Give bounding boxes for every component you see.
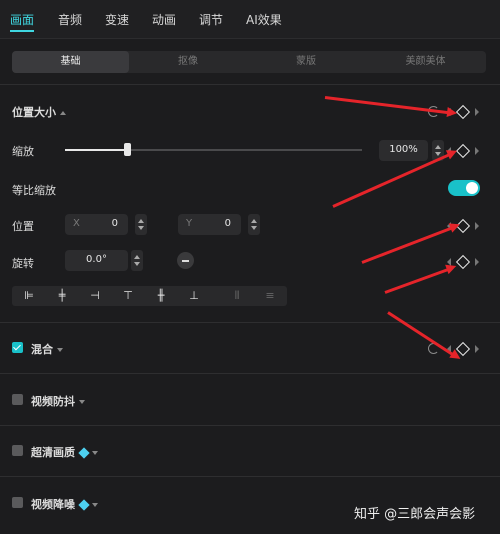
rotate-dial-icon[interactable] xyxy=(177,252,194,269)
scale-slider-fill xyxy=(65,149,128,151)
expand-caret-icon xyxy=(92,503,98,507)
rotate-stepper[interactable] xyxy=(131,250,143,271)
next-keyframe-icon[interactable] xyxy=(475,345,479,353)
super-resolution-checkbox[interactable] xyxy=(12,445,23,456)
sub-tab-beauty[interactable]: 美颜美体 xyxy=(365,51,486,73)
position-size-header[interactable]: 位置大小 xyxy=(12,104,66,120)
stepper-up-icon[interactable] xyxy=(134,255,140,259)
y-value: 0 xyxy=(224,218,231,229)
rotate-label: 旋转 xyxy=(12,257,34,270)
keyframe-diamond-icon[interactable] xyxy=(455,143,471,159)
keyframe-diamond-icon[interactable] xyxy=(455,104,471,120)
stepper-up-icon[interactable] xyxy=(138,219,144,223)
sub-tab-bar: 基础 抠像 蒙版 美颜美体 xyxy=(12,51,486,73)
stepper-down-icon[interactable] xyxy=(251,226,257,230)
expand-caret-icon xyxy=(79,400,85,404)
divider xyxy=(0,425,500,426)
super-resolution-header[interactable]: 超清画质 xyxy=(31,444,98,460)
align-center-v-icon[interactable]: ╫ xyxy=(149,286,173,306)
scale-input[interactable]: 100% xyxy=(379,140,428,161)
next-keyframe-icon[interactable] xyxy=(475,108,479,116)
divider xyxy=(0,476,500,477)
rotate-input[interactable]: 0.0° xyxy=(65,250,128,271)
divider xyxy=(0,322,500,323)
x-value: 0 xyxy=(111,218,118,229)
position-y-input[interactable]: Y0 xyxy=(178,214,241,235)
stepper-up-icon[interactable] xyxy=(251,219,257,223)
stabilize-header[interactable]: 视频防抖 xyxy=(31,393,85,409)
stepper-down-icon[interactable] xyxy=(138,226,144,230)
align-top-icon[interactable]: ⊤ xyxy=(116,286,140,306)
keyframe-diamond-icon[interactable] xyxy=(455,254,471,270)
expand-caret-icon xyxy=(92,451,98,455)
tab-animation[interactable]: 动画 xyxy=(152,11,176,28)
blend-title: 混合 xyxy=(31,343,53,356)
position-x-input[interactable]: X0 xyxy=(65,214,128,235)
top-tab-bar: 画面 音频 变速 动画 调节 AI效果 xyxy=(0,0,500,39)
annotation-arrow xyxy=(387,311,455,357)
align-left-icon[interactable]: ⊫ xyxy=(17,286,41,306)
uniform-scale-toggle[interactable] xyxy=(448,180,480,196)
tab-ai-effects[interactable]: AI效果 xyxy=(246,11,282,28)
collapse-caret-icon xyxy=(60,111,66,115)
blend-checkbox[interactable] xyxy=(12,342,23,353)
y-axis-label: Y xyxy=(186,218,193,229)
align-center-h-icon[interactable]: ╪ xyxy=(50,286,74,306)
uniform-scale-label: 等比缩放 xyxy=(12,184,56,197)
align-toolbar: ⊫ ╪ ⊣ ⊤ ╫ ⊥ ⫴ ≡ xyxy=(12,286,287,306)
vip-diamond-icon xyxy=(78,499,90,511)
align-right-icon[interactable]: ⊣ xyxy=(83,286,107,306)
divider xyxy=(0,84,500,85)
sub-tab-mask[interactable]: 蒙版 xyxy=(247,51,365,73)
tab-speed[interactable]: 变速 xyxy=(105,11,129,28)
tab-picture[interactable]: 画面 xyxy=(10,11,34,28)
align-bottom-icon[interactable]: ⊥ xyxy=(182,286,206,306)
super-resolution-title: 超清画质 xyxy=(31,446,75,459)
next-keyframe-icon[interactable] xyxy=(475,258,479,266)
stepper-down-icon[interactable] xyxy=(134,262,140,266)
tab-adjust[interactable]: 调节 xyxy=(199,11,223,28)
watermark: 知乎 @三郎会声会影 xyxy=(354,507,476,522)
rotate-value: 0.0° xyxy=(86,254,107,265)
tab-audio[interactable]: 音频 xyxy=(58,11,82,28)
active-tab-indicator xyxy=(10,30,34,32)
position-label: 位置 xyxy=(12,220,34,233)
expand-caret-icon xyxy=(57,348,63,352)
distribute-v-icon[interactable]: ≡ xyxy=(258,286,282,306)
annotation-arrow xyxy=(384,267,450,294)
toggle-knob xyxy=(466,182,478,194)
position-x-stepper[interactable] xyxy=(135,214,147,235)
divider xyxy=(0,373,500,374)
x-axis-label: X xyxy=(73,218,80,229)
sub-tab-basic[interactable]: 基础 xyxy=(12,51,129,73)
scale-slider-thumb[interactable] xyxy=(124,143,132,156)
sub-tab-cutout[interactable]: 抠像 xyxy=(129,51,247,73)
vip-diamond-icon xyxy=(78,447,90,459)
position-size-title: 位置大小 xyxy=(12,106,56,119)
stabilize-title: 视频防抖 xyxy=(31,395,75,408)
position-y-stepper[interactable] xyxy=(248,214,260,235)
scale-label: 缩放 xyxy=(12,145,34,158)
denoise-checkbox[interactable] xyxy=(12,497,23,508)
next-keyframe-icon[interactable] xyxy=(475,222,479,230)
distribute-h-icon[interactable]: ⫴ xyxy=(225,286,249,306)
annotation-arrow xyxy=(332,153,451,208)
scale-slider[interactable] xyxy=(65,143,362,156)
scale-value: 100% xyxy=(389,144,418,155)
blend-header[interactable]: 混合 xyxy=(31,341,63,357)
next-keyframe-icon[interactable] xyxy=(475,147,479,155)
denoise-header[interactable]: 视频降噪 xyxy=(31,496,98,512)
stabilize-checkbox[interactable] xyxy=(12,394,23,405)
denoise-title: 视频降噪 xyxy=(31,498,75,511)
